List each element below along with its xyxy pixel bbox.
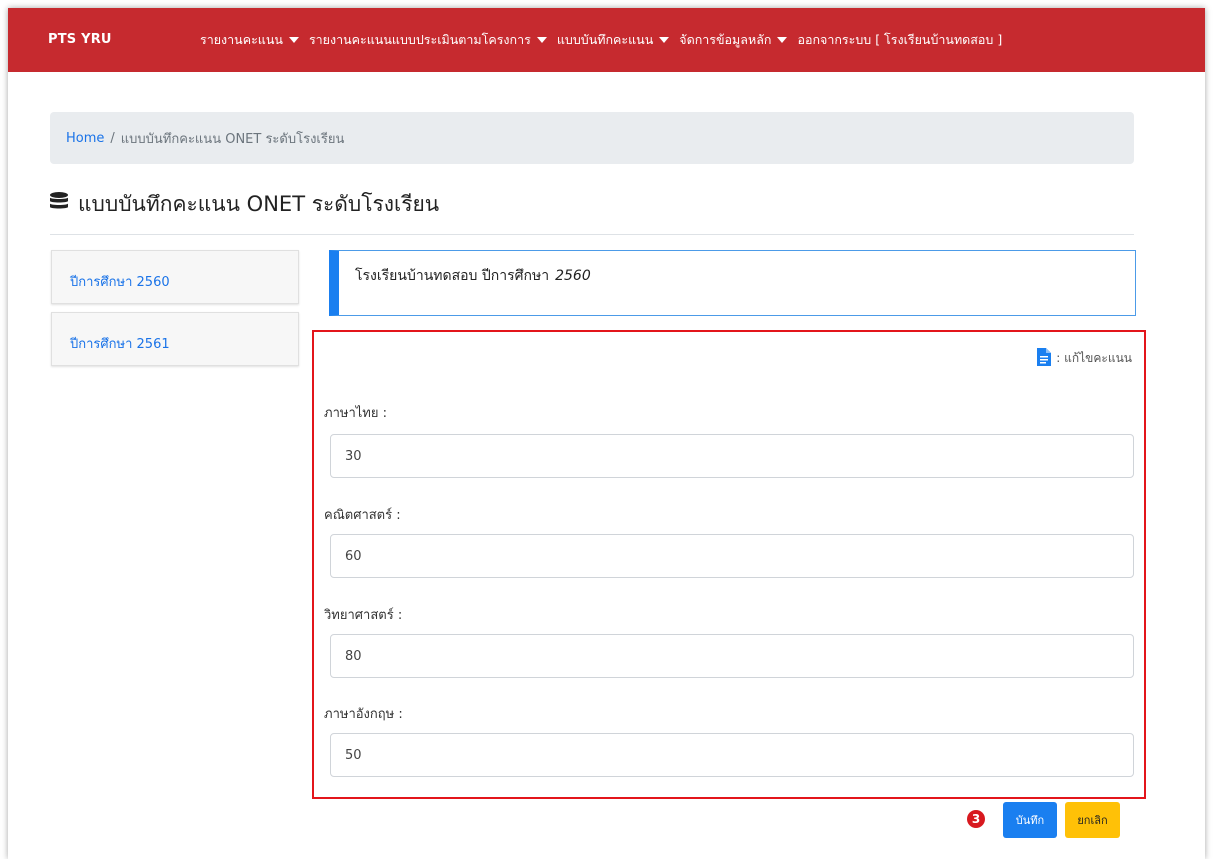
science-score-label: วิทยาศาสตร์ : <box>324 608 403 623</box>
edit-score-label: : แก้ไขคะแนน <box>1056 351 1132 365</box>
top-navbar: PTS YRU รายงานคะแนน รายงานคะแนนแบบประเมิ… <box>8 8 1205 72</box>
page-title: แบบบันทึกคะแนน ONET ระดับโรงเรียน <box>48 188 439 221</box>
nav-item-master-data[interactable]: จัดการข้อมูลหลัก <box>679 30 788 50</box>
page-title-text: แบบบันทึกคะแนน ONET ระดับโรงเรียน <box>78 192 440 216</box>
title-divider <box>50 234 1134 235</box>
nav-item-label: รายงานคะแนน <box>200 32 283 47</box>
caret-down-icon <box>659 37 670 43</box>
school-year-callout: โรงเรียนบ้านทดสอบ ปีการศึกษา 2560 <box>329 250 1136 316</box>
browser-frame: PTS YRU รายงานคะแนน รายงานคะแนนแบบประเมิ… <box>8 8 1205 859</box>
navbar-brand[interactable]: PTS YRU <box>48 32 112 47</box>
navbar-menu: รายงานคะแนน รายงานคะแนนแบบประเมินตามโครง… <box>200 30 1002 50</box>
nav-item-score-report[interactable]: รายงานคะแนน <box>200 30 299 50</box>
step-badge: 3 <box>967 810 985 828</box>
nav-item-label: รายงานคะแนนแบบประเมินตามโครงการ <box>308 32 531 47</box>
callout-text: โรงเรียนบ้านทดสอบ ปีการศึกษา <box>355 268 550 284</box>
database-icon <box>48 191 70 218</box>
english-score-label: ภาษาอังกฤษ : <box>324 707 403 722</box>
math-score-label: คณิตศาสตร์ : <box>324 508 401 523</box>
nav-item-score-record[interactable]: แบบบันทึกคะแนน <box>556 30 670 50</box>
breadcrumb-home-link[interactable]: Home <box>66 131 104 146</box>
thai-score-input[interactable] <box>330 434 1134 478</box>
thai-score-label: ภาษาไทย : <box>324 406 387 421</box>
english-score-input[interactable] <box>330 733 1134 777</box>
sidebar-item-label: ปีการศึกษา 2560 <box>70 275 170 290</box>
caret-down-icon <box>288 37 299 43</box>
sidebar-item-year-2560[interactable]: ปีการศึกษา 2560 <box>51 250 299 304</box>
breadcrumb: Home / แบบบันทึกคะแนน ONET ระดับโรงเรียน <box>50 112 1134 164</box>
nav-item-project-report[interactable]: รายงานคะแนนแบบประเมินตามโครงการ <box>309 30 547 50</box>
caret-down-icon <box>536 37 547 43</box>
math-score-input[interactable] <box>330 534 1134 578</box>
breadcrumb-separator: / <box>110 130 115 146</box>
nav-item-logout[interactable]: ออกจากระบบ [ โรงเรียนบ้านทดสอบ ] <box>797 30 1002 50</box>
caret-down-icon <box>777 37 788 43</box>
cancel-button[interactable]: ยกเลิก <box>1065 802 1120 838</box>
document-icon <box>1036 348 1052 369</box>
score-form-highlight: : แก้ไขคะแนน ภาษาไทย : คณิตศาสตร์ : วิทย… <box>312 330 1146 799</box>
nav-item-label: จัดการข้อมูลหลัก <box>679 32 772 47</box>
nav-item-label: แบบบันทึกคะแนน <box>556 32 654 47</box>
callout-year: 2560 <box>555 268 591 284</box>
sidebar-item-label: ปีการศึกษา 2561 <box>70 337 170 352</box>
sidebar-item-year-2561[interactable]: ปีการศึกษา 2561 <box>51 312 299 366</box>
science-score-input[interactable] <box>330 634 1134 678</box>
breadcrumb-current: แบบบันทึกคะแนน ONET ระดับโรงเรียน <box>120 131 345 147</box>
save-button[interactable]: บันทึก <box>1003 802 1057 838</box>
nav-item-label: ออกจากระบบ [ โรงเรียนบ้านทดสอบ ] <box>797 32 1003 47</box>
edit-score-note: : แก้ไขคะแนน <box>1036 348 1132 369</box>
